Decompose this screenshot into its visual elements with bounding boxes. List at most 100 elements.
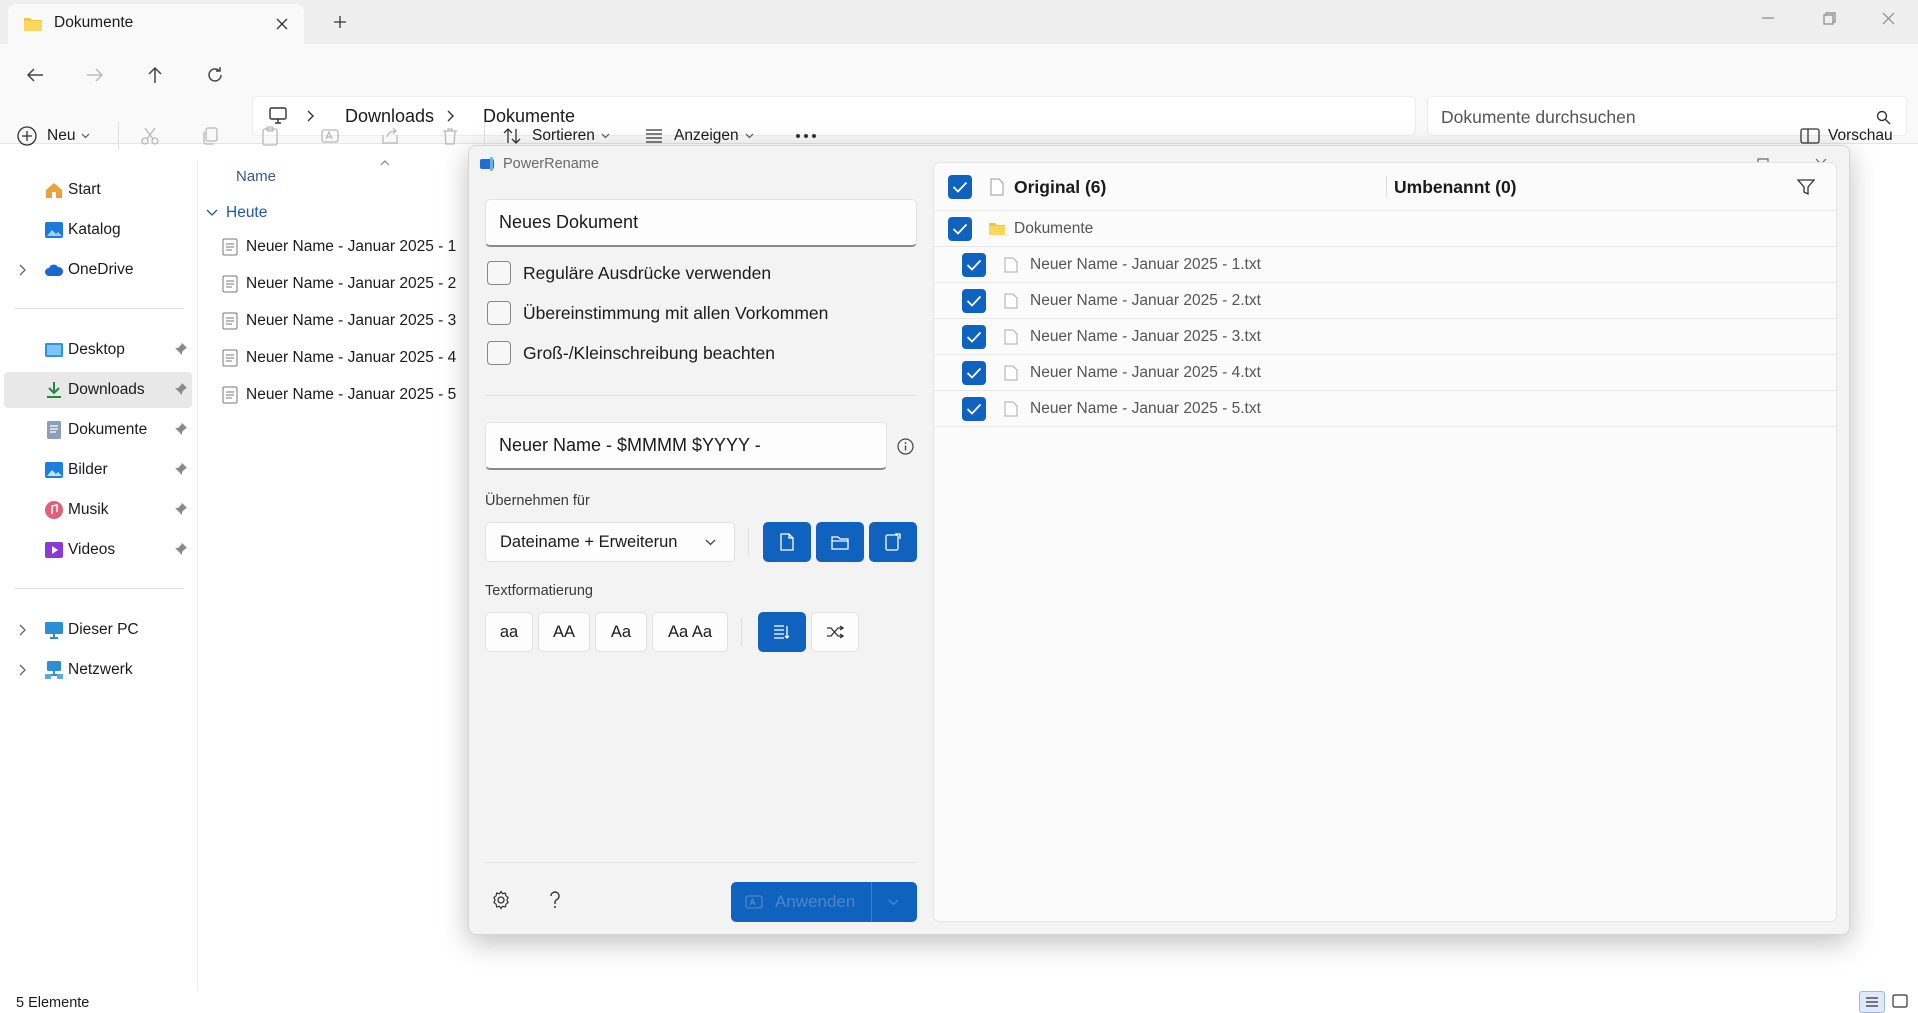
preview-list: Original (6) Umbenannt (0) Dokumente Neu… (933, 162, 1837, 922)
sidebar-item-dokumente[interactable]: Dokumente (4, 412, 192, 448)
details-view-button[interactable] (1859, 991, 1885, 1013)
chevron-down-icon (82, 133, 90, 139)
capitalize-words-button[interactable]: Aa Aa (652, 612, 728, 652)
checkbox-label: Reguläre Ausdrücke verwenden (523, 262, 772, 283)
share-icon[interactable] (378, 124, 402, 148)
minimize-icon[interactable] (1754, 8, 1782, 28)
checkbox-box[interactable] (487, 341, 511, 365)
folder-row[interactable]: Dokumente (934, 211, 1836, 247)
list-item[interactable]: Neuer Name - Januar 2025 - 4.txt (934, 355, 1836, 391)
restore-icon[interactable] (1815, 8, 1843, 28)
sidebar-item-dieser-pc[interactable]: Dieser PC (4, 612, 192, 648)
sidebar-item-label: Netzwerk (68, 661, 133, 678)
item-name: Neuer Name - Januar 2025 - 5.txt (1030, 399, 1261, 417)
close-tab-icon[interactable] (272, 14, 292, 34)
randomize-toggle[interactable] (811, 612, 859, 652)
copy-icon[interactable] (198, 124, 222, 148)
back-icon[interactable] (22, 62, 48, 88)
filter-icon[interactable] (1796, 177, 1816, 197)
list-item[interactable]: Neuer Name - Januar 2025 - 3.txt (934, 319, 1836, 355)
chevron-right-icon[interactable] (18, 624, 26, 636)
file-row[interactable]: Neuer Name - Januar 2025 - 2 (222, 266, 456, 302)
forward-icon[interactable] (82, 62, 108, 88)
close-window-icon[interactable] (1874, 8, 1902, 28)
folder-checkbox[interactable] (948, 216, 972, 241)
column-header-name[interactable]: Name (236, 168, 276, 185)
cut-icon[interactable] (138, 124, 162, 148)
file-row[interactable]: Neuer Name - Januar 2025 - 1 (222, 229, 456, 265)
item-checkbox[interactable] (962, 252, 986, 277)
new-button[interactable]: Neu (16, 118, 104, 154)
divider (871, 882, 872, 922)
replace-field[interactable]: Neuer Name - $MMMM $YYYY - (485, 422, 887, 470)
sidebar-item-videos[interactable]: Videos (4, 532, 192, 568)
include-subfolders-toggle[interactable] (869, 522, 917, 562)
details-view-icon (1866, 997, 1878, 1007)
sidebar-item-desktop[interactable]: Desktop (4, 332, 192, 368)
search-field[interactable]: Neues Dokument (485, 199, 917, 247)
regex-checkbox[interactable]: Reguläre Ausdrücke verwenden (487, 261, 771, 285)
item-checkbox[interactable] (962, 360, 986, 385)
sidebar-item-label: Dieser PC (68, 621, 139, 638)
file-icon (1004, 365, 1018, 381)
status-count: 5 Elemente (16, 995, 90, 1011)
checkbox-box[interactable] (487, 261, 511, 285)
tab-title: Dokumente (54, 14, 134, 31)
chevron-right-icon[interactable] (18, 664, 26, 676)
delete-icon[interactable] (438, 124, 462, 148)
folder-outline-icon (831, 535, 849, 550)
sidebar-item-downloads[interactable]: Downloads (4, 372, 192, 408)
up-icon[interactable] (142, 62, 168, 88)
sidebar-item-start[interactable]: Start (4, 172, 192, 208)
sidebar-item-bilder[interactable]: Bilder (4, 452, 192, 488)
chevron-right-icon[interactable] (18, 264, 26, 276)
list-item[interactable]: Neuer Name - Januar 2025 - 5.txt (934, 391, 1836, 427)
help-icon[interactable] (543, 888, 567, 912)
divider (197, 160, 198, 990)
item-checkbox[interactable] (962, 288, 986, 313)
sidebar-item-onedrive[interactable]: OneDrive (4, 252, 192, 288)
item-name: Neuer Name - Januar 2025 - 3.txt (1030, 327, 1261, 345)
tiles-view-button[interactable] (1892, 994, 1910, 1010)
list-item[interactable]: Neuer Name - Januar 2025 - 2.txt (934, 283, 1836, 319)
list-item[interactable]: Neuer Name - Januar 2025 - 1.txt (934, 247, 1836, 283)
sidebar-item-netzwerk[interactable]: Netzwerk (4, 652, 192, 688)
select-all-checkbox[interactable] (948, 175, 972, 199)
search-placeholder: Dokumente durchsuchen (1441, 107, 1636, 127)
paste-icon[interactable] (258, 124, 282, 148)
case-sensitive-checkbox[interactable]: Groß-/Kleinschreibung beachten (487, 341, 775, 365)
enumerate-toggle[interactable] (758, 612, 806, 652)
file-icon (1004, 329, 1018, 345)
info-icon[interactable] (895, 436, 915, 456)
file-row[interactable]: Neuer Name - Januar 2025 - 3 (222, 303, 456, 339)
item-checkbox[interactable] (962, 396, 986, 421)
uppercase-button[interactable]: AA (538, 612, 590, 652)
include-files-toggle[interactable] (763, 522, 811, 562)
apply-for-dropdown[interactable]: Dateiname + Erweiterun (485, 522, 735, 562)
new-tab-icon[interactable] (326, 12, 354, 32)
checkbox-box[interactable] (487, 301, 511, 325)
rename-icon[interactable] (318, 124, 342, 148)
sidebar-item-katalog[interactable]: Katalog (4, 212, 192, 248)
breadcrumb[interactable]: Downloads Dokumente (252, 96, 1416, 136)
tab-dokumente[interactable]: Dokumente (8, 4, 304, 44)
match-all-checkbox[interactable]: Übereinstimmung mit allen Vorkommen (487, 301, 828, 325)
apply-button[interactable]: Anwenden (731, 882, 917, 922)
settings-gear-icon[interactable] (489, 888, 513, 912)
chevron-right-icon (303, 109, 317, 123)
chevron-down-icon[interactable] (888, 899, 899, 906)
include-folders-toggle[interactable] (816, 522, 864, 562)
checkbox-label: Übereinstimmung mit allen Vorkommen (523, 302, 829, 323)
file-row[interactable]: Neuer Name - Januar 2025 - 5 (222, 377, 456, 413)
item-checkbox[interactable] (962, 324, 986, 349)
group-header-heute[interactable]: Heute (206, 204, 267, 222)
refresh-icon[interactable] (202, 62, 228, 88)
titlecase-button[interactable]: Aa (595, 612, 647, 652)
computer-icon (45, 622, 63, 639)
lowercase-button[interactable]: aa (485, 612, 533, 652)
text-file-icon (222, 275, 238, 293)
apply-for-value: Dateiname + Erweiterun (500, 532, 678, 551)
sidebar-item-musik[interactable]: Musik (4, 492, 192, 528)
sidebar-item-label: Musik (68, 501, 109, 518)
file-row[interactable]: Neuer Name - Januar 2025 - 4 (222, 340, 456, 376)
